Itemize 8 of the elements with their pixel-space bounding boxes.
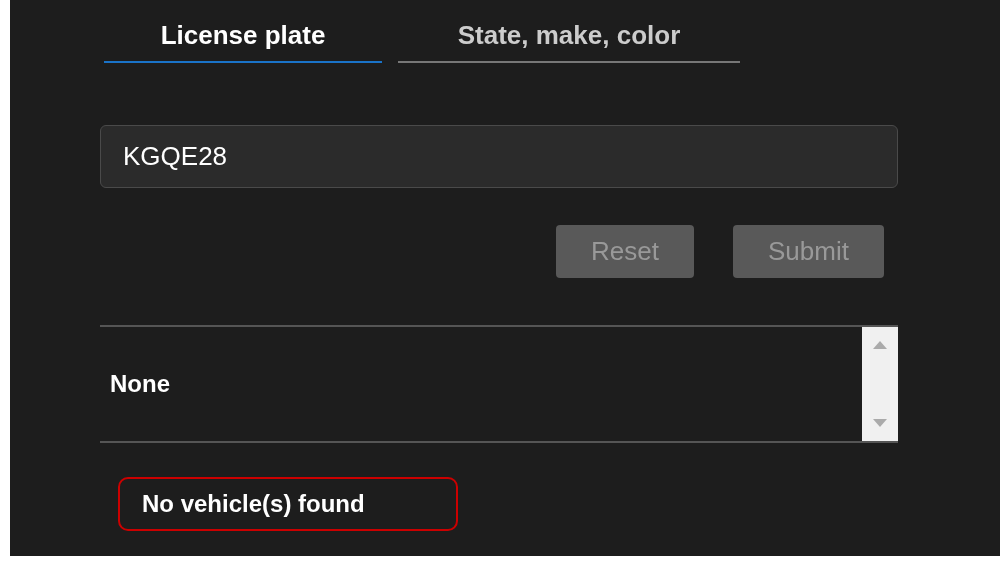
scroll-down-icon[interactable] xyxy=(873,419,887,427)
tab[interactable]: State, make, color xyxy=(398,20,740,63)
plate-input-field[interactable]: KGQE28 xyxy=(100,125,898,188)
scroll-up-icon[interactable] xyxy=(873,341,887,349)
tab[interactable]: License plate xyxy=(104,20,382,63)
list-item[interactable]: None xyxy=(110,370,862,398)
status-message: No vehicle(s) found xyxy=(118,477,458,531)
scrollbar[interactable] xyxy=(862,327,898,441)
